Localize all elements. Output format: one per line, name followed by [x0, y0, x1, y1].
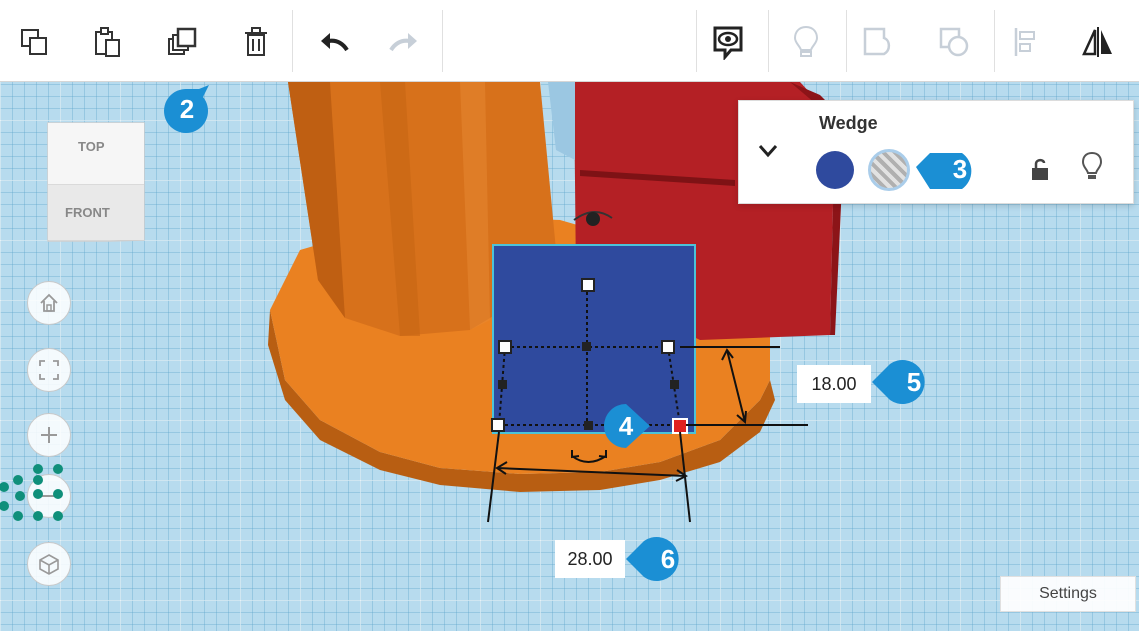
- fit-all-button[interactable]: [27, 348, 71, 392]
- plus-icon: [41, 427, 57, 443]
- group-icon[interactable]: [858, 20, 898, 64]
- callout-6: 6: [626, 535, 692, 583]
- callout-3-label: 3: [952, 153, 968, 184]
- main-toolbar: [0, 0, 1139, 82]
- copy-icon[interactable]: [14, 20, 54, 64]
- redo-arrow-icon[interactable]: [384, 20, 424, 64]
- highlight-dots: [0, 464, 63, 521]
- align-icon[interactable]: [1006, 20, 1046, 64]
- callout-6-label: 6: [660, 543, 676, 574]
- callout-5-label: 5: [906, 366, 922, 397]
- hole-swatch[interactable]: [868, 149, 910, 191]
- callout-2-label: 2: [179, 93, 195, 124]
- duplicate-icon[interactable]: [162, 20, 202, 64]
- perspective-button[interactable]: [27, 542, 71, 586]
- shape-name: Wedge: [819, 113, 878, 133]
- mirror-icon[interactable]: [1078, 20, 1118, 64]
- trash-icon[interactable]: [236, 20, 276, 64]
- callout-3: 3: [916, 145, 984, 193]
- undo-arrow-icon[interactable]: [314, 20, 354, 64]
- cube-perspective-icon: [39, 554, 59, 575]
- zoom-in-button[interactable]: [27, 413, 71, 457]
- home-view-button[interactable]: [27, 281, 71, 325]
- view-cube[interactable]: TOP FRONT: [40, 115, 150, 245]
- callout-5: 5: [872, 358, 938, 406]
- ungroup-icon[interactable]: [934, 20, 974, 64]
- viewcube-top-label[interactable]: TOP: [78, 139, 105, 154]
- callout-4: 4: [598, 402, 664, 450]
- home-icon: [40, 293, 58, 312]
- lock-open-icon[interactable]: [1029, 157, 1051, 183]
- chevron-down-icon[interactable]: [757, 143, 779, 159]
- length-dimension-input[interactable]: 28.00: [555, 540, 625, 578]
- viewcube-front-label[interactable]: FRONT: [65, 205, 110, 220]
- fit-view-icon: [39, 360, 59, 380]
- settings-button[interactable]: Settings: [1000, 576, 1136, 612]
- comment-eye-icon[interactable]: [708, 20, 748, 64]
- lightbulb-icon[interactable]: [786, 20, 826, 64]
- height-dimension-input[interactable]: 18.00: [797, 365, 871, 403]
- callout-4-label: 4: [618, 410, 634, 441]
- lightbulb-icon[interactable]: [1081, 151, 1103, 181]
- callout-2: 2: [163, 85, 229, 133]
- paste-icon[interactable]: [88, 20, 128, 64]
- solid-color-swatch[interactable]: [816, 151, 854, 189]
